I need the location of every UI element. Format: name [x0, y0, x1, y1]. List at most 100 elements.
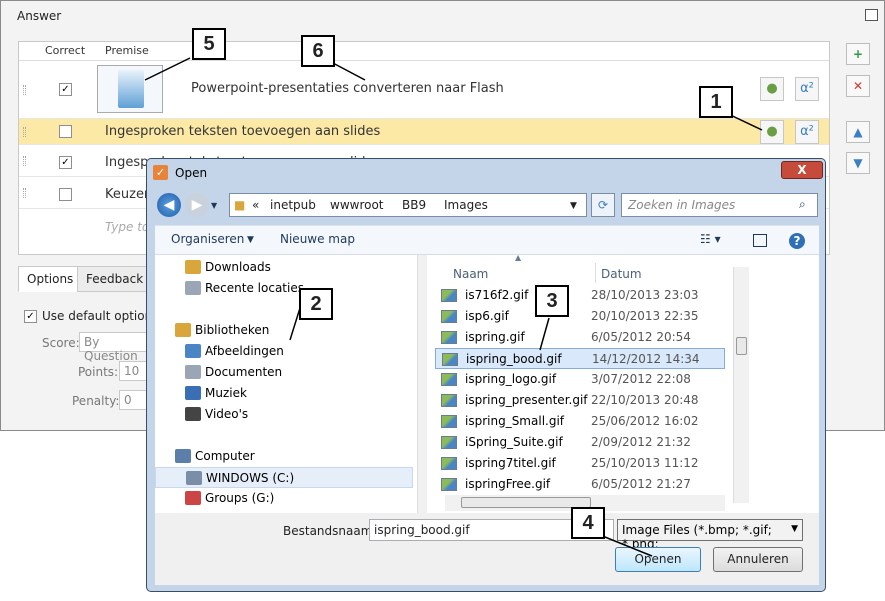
callout-6: 6 [301, 35, 335, 67]
add-icon[interactable]: + [846, 43, 870, 65]
file-list: Naam Datum ▲ is716f2.gif 28/10/2013 23:03… [427, 253, 819, 513]
refresh-icon[interactable]: ⟳ [591, 193, 615, 217]
organize-chevron-down-icon[interactable]: ▼ [247, 235, 254, 245]
new-premise-input[interactable]: Type to [105, 220, 149, 234]
downloads-icon [185, 260, 201, 274]
callout-1: 1 [699, 86, 733, 118]
file-list-vertical-scrollbar[interactable] [733, 267, 749, 503]
pictures-icon [185, 344, 201, 358]
insert-image-icon[interactable]: ● [760, 77, 784, 101]
callout-3: 3 [535, 285, 569, 317]
maximize-button[interactable] [865, 9, 878, 21]
organize-button[interactable]: Organiseren [171, 232, 244, 246]
table-row[interactable]: Ingesproken teksten toevoegen aan slides… [19, 119, 829, 145]
penalty-input[interactable]: 0 [119, 390, 147, 410]
videos-icon [185, 407, 201, 421]
correct-checkbox[interactable] [59, 125, 72, 138]
panel-title: Answer [17, 9, 62, 23]
score-select[interactable]: By Question [79, 332, 147, 363]
list-item[interactable]: iSpring_Suite.gif 2/09/2012 21:32 [435, 432, 725, 453]
view-options-icon[interactable]: ☷ ▾ [700, 232, 721, 246]
nav-item-computer[interactable]: Computer [175, 446, 433, 467]
navigation-pane: Downloads Recente locaties Bibliotheken … [155, 255, 417, 513]
filename-label: Bestandsnaam: [283, 524, 377, 538]
search-icon[interactable]: ⌕ [799, 197, 806, 212]
preview-pane-icon[interactable] [753, 234, 767, 247]
gif-file-icon [441, 310, 457, 323]
breadcrumb-wwwroot[interactable]: wwwroot [330, 198, 384, 212]
recent-pages-chevron-icon[interactable]: ▼ [211, 201, 217, 210]
address-dropdown-icon[interactable]: ▼ [570, 201, 577, 211]
premise-thumbnail[interactable] [97, 65, 163, 113]
breadcrumb-inetpub[interactable]: inetpub [270, 198, 316, 212]
tab-options[interactable]: Options [18, 266, 83, 292]
breadcrumb-overflow[interactable]: « [252, 198, 259, 212]
use-default-checkbox[interactable]: ✓ [24, 310, 37, 323]
column-header-date[interactable]: Datum [601, 267, 642, 281]
music-icon [185, 386, 201, 400]
libraries-icon [175, 323, 191, 337]
premise-text: Ingesproken teksten toevoegen aan slides [105, 124, 381, 139]
address-bar[interactable]: ■ « inetpub wwwroot BB9 Images ▼ [229, 193, 587, 217]
equation-icon[interactable]: α² [795, 120, 819, 144]
score-label: Score: [42, 336, 80, 350]
list-item[interactable]: ispring_logo.gif 3/07/2012 22:08 [435, 369, 725, 390]
list-item[interactable]: ispring_Small.gif 25/06/2012 16:02 [435, 411, 725, 432]
column-header-name[interactable]: Naam [453, 267, 488, 281]
new-folder-button[interactable]: Nieuwe map [280, 232, 355, 246]
nav-scrollbar[interactable] [417, 255, 427, 513]
correct-checkbox[interactable]: ✓ [59, 156, 72, 169]
scrollbar-thumb[interactable] [736, 337, 747, 355]
nav-item-videos[interactable]: Video's [185, 404, 443, 425]
nav-item-drive-c[interactable]: WINDOWS (C:) [155, 467, 413, 488]
cancel-button[interactable]: Annuleren [713, 547, 803, 572]
nav-item-music[interactable]: Muziek [185, 383, 443, 404]
back-icon[interactable]: ◀ [157, 193, 181, 217]
equation-icon[interactable]: α² [795, 77, 819, 101]
gif-file-icon [441, 436, 457, 449]
open-dialog: ✓ Open X ◀ ▶ ▼ ■ « inetpub wwwroot BB9 I… [146, 158, 826, 592]
dialog-toolbar: Organiseren ▼ Nieuwe map ☷ ▾ ? [155, 225, 819, 255]
insert-image-icon[interactable]: ● [760, 120, 784, 144]
nav-item-pictures[interactable]: Afbeeldingen [185, 341, 443, 362]
nav-item-documents[interactable]: Documenten [185, 362, 443, 383]
recent-places-icon [185, 281, 201, 295]
list-item[interactable]: ispring7titel.gif 25/10/2013 11:12 [435, 453, 725, 474]
nav-item-downloads[interactable]: Downloads [185, 257, 443, 278]
move-up-icon[interactable]: ▲ [846, 121, 870, 143]
list-item[interactable]: ispring.gif 6/05/2012 20:54 [435, 327, 725, 348]
premise-text: Powerpoint-presentaties converteren naar… [191, 81, 504, 96]
gif-file-icon [441, 373, 457, 386]
nav-item-libraries[interactable]: Bibliotheken [175, 320, 433, 341]
search-input[interactable]: Zoeken in Images [621, 193, 818, 217]
move-down-icon[interactable]: ▼ [846, 152, 870, 174]
gif-file-icon [441, 289, 457, 302]
gif-file-icon [441, 394, 457, 407]
list-item-selected[interactable]: ispring_bood.gif 14/12/2012 14:34 [435, 348, 725, 369]
dialog-title: Open [175, 166, 208, 180]
list-item[interactable]: isp6.gif 20/10/2013 22:35 [435, 306, 725, 327]
correct-checkbox[interactable]: ✓ [59, 83, 72, 96]
list-item[interactable]: ispring_presenter.gif 22/10/2013 20:48 [435, 390, 725, 411]
filetype-select[interactable]: Image Files (*.bmp; *.gif; *.png; ▼ [617, 519, 803, 551]
callout-4: 4 [571, 507, 605, 539]
close-icon[interactable]: X [781, 161, 823, 179]
forward-icon[interactable]: ▶ [185, 193, 209, 217]
folder-icon: ■ [234, 198, 246, 212]
nav-item-drive-g[interactable]: Groups (G:) [185, 488, 443, 509]
open-button[interactable]: Openen [615, 547, 701, 572]
documents-icon [185, 365, 201, 379]
network-drive-icon [185, 491, 201, 505]
points-label: Points: [78, 365, 119, 379]
points-input[interactable]: 10 [119, 361, 147, 381]
column-header-correct: Correct [45, 44, 86, 57]
breadcrumb-images[interactable]: Images [444, 198, 488, 212]
gif-file-icon [441, 331, 457, 344]
help-icon[interactable]: ? [789, 233, 805, 249]
dialog-app-icon: ✓ [153, 165, 168, 180]
list-item[interactable]: ispringFree.gif 6/05/2012 21:27 [435, 474, 725, 495]
breadcrumb-bb9[interactable]: BB9 [402, 198, 426, 212]
correct-checkbox[interactable] [59, 188, 72, 201]
list-item[interactable]: is716f2.gif 28/10/2013 23:03 [435, 285, 725, 306]
delete-icon[interactable]: ✕ [846, 75, 870, 97]
